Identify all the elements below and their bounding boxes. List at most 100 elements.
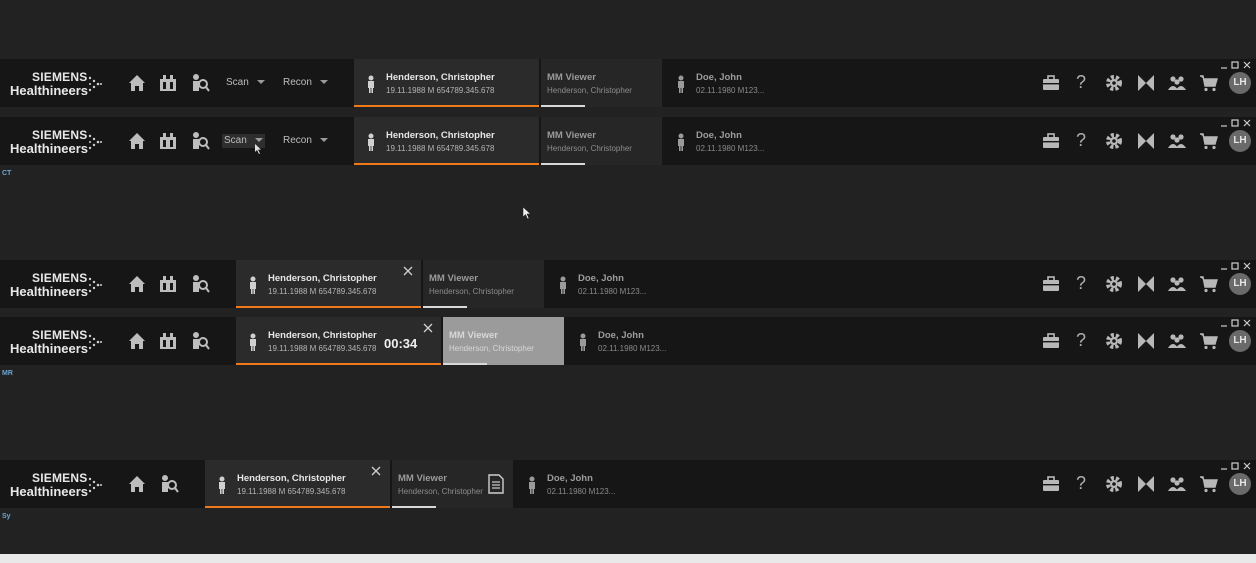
cart-icon[interactable]	[1199, 131, 1219, 151]
person-icon	[580, 333, 586, 351]
cart-icon[interactable]	[1199, 331, 1219, 351]
layout-icon[interactable]	[1136, 331, 1156, 351]
patient-browser-icon[interactable]	[157, 330, 179, 352]
scan-menu-label: Scan	[224, 135, 247, 146]
avatar[interactable]: LH	[1229, 72, 1251, 94]
search-person-icon[interactable]	[188, 330, 210, 352]
close-icon[interactable]	[402, 265, 414, 277]
tab-patient-other[interactable]: Doe, John 02.11.1980 M123...	[664, 59, 804, 107]
tab-mm-viewer[interactable]: MM Viewer Henderson, Christopher	[443, 317, 564, 365]
help-icon[interactable]: ?	[1076, 330, 1086, 351]
briefcase-icon[interactable]	[1041, 131, 1061, 151]
home-icon[interactable]	[126, 130, 148, 152]
help-icon[interactable]: ?	[1076, 72, 1086, 93]
tab-patient-other[interactable]: Doe, John 02.11.1980 M123...	[566, 317, 706, 365]
briefcase-icon[interactable]	[1041, 73, 1061, 93]
search-person-icon[interactable]	[188, 72, 210, 94]
tab-patient-other[interactable]: Doe, John 02.11.1980 M123...	[515, 460, 655, 508]
users-icon[interactable]	[1167, 73, 1187, 93]
document-icon[interactable]	[488, 474, 504, 494]
window-close-icon[interactable]	[1243, 262, 1251, 270]
users-icon[interactable]	[1167, 131, 1187, 151]
tab-mm-viewer[interactable]: MM Viewer Henderson, Christopher	[541, 117, 662, 165]
maximize-icon[interactable]	[1231, 119, 1239, 127]
maximize-icon[interactable]	[1231, 462, 1239, 470]
gear-icon[interactable]	[1104, 331, 1124, 351]
window-controls	[1221, 119, 1251, 127]
tab-active-underline	[205, 506, 390, 508]
window-close-icon[interactable]	[1243, 119, 1251, 127]
window-close-icon[interactable]	[1243, 319, 1251, 327]
mouse-cursor-icon	[255, 144, 261, 154]
gear-icon[interactable]	[1104, 474, 1124, 494]
tab-progress-indicator	[443, 363, 487, 365]
person-icon	[678, 133, 684, 151]
tab-patient-other[interactable]: Doe, John 02.11.1980 M123...	[664, 117, 804, 165]
patient-name: Doe, John	[696, 72, 742, 83]
tab-patient-active[interactable]: Henderson, Christopher 19.11.1988 M 6547…	[354, 117, 539, 165]
window-controls	[1221, 262, 1251, 270]
help-icon[interactable]: ?	[1076, 130, 1086, 151]
help-icon[interactable]: ?	[1076, 473, 1086, 494]
tab-patient-active[interactable]: Henderson, Christopher 19.11.1988 M 6547…	[205, 460, 390, 508]
cart-icon[interactable]	[1199, 474, 1219, 494]
scan-menu[interactable]: Scan	[224, 76, 267, 90]
patient-browser-icon[interactable]	[157, 130, 179, 152]
avatar[interactable]: LH	[1229, 330, 1251, 352]
layout-icon[interactable]	[1136, 131, 1156, 151]
recon-menu[interactable]: Recon	[281, 134, 330, 148]
tab-mm-viewer[interactable]: MM Viewer Henderson, Christopher	[541, 59, 662, 107]
maximize-icon[interactable]	[1231, 319, 1239, 327]
layout-icon[interactable]	[1136, 73, 1156, 93]
window-close-icon[interactable]	[1243, 462, 1251, 470]
users-icon[interactable]	[1167, 474, 1187, 494]
avatar[interactable]: LH	[1229, 473, 1251, 495]
tab-patient-active[interactable]: Henderson, Christopher 19.11.1988 M 6547…	[236, 260, 421, 308]
gear-icon[interactable]	[1104, 131, 1124, 151]
layout-icon[interactable]	[1136, 274, 1156, 294]
tab-progress-indicator	[423, 306, 467, 308]
window-close-icon[interactable]	[1243, 61, 1251, 69]
search-person-icon[interactable]	[188, 130, 210, 152]
patient-browser-icon[interactable]	[157, 72, 179, 94]
tab-patient-active[interactable]: Henderson, Christopher 19.11.1988 M 6547…	[354, 59, 539, 107]
patient-browser-icon[interactable]	[157, 273, 179, 295]
help-icon[interactable]: ?	[1076, 273, 1086, 294]
gear-icon[interactable]	[1104, 274, 1124, 294]
home-icon[interactable]	[126, 273, 148, 295]
cart-icon[interactable]	[1199, 274, 1219, 294]
maximize-icon[interactable]	[1231, 262, 1239, 270]
layout-icon[interactable]	[1136, 474, 1156, 494]
briefcase-icon[interactable]	[1041, 274, 1061, 294]
users-icon[interactable]	[1167, 274, 1187, 294]
tab-patient-other[interactable]: Doe, John 02.11.1980 M123...	[546, 260, 686, 308]
close-icon[interactable]	[422, 322, 434, 334]
recon-menu[interactable]: Recon	[281, 76, 330, 90]
briefcase-icon[interactable]	[1041, 474, 1061, 494]
avatar[interactable]: LH	[1229, 273, 1251, 295]
tab-patient-active[interactable]: Henderson, Christopher 19.11.1988 M 6547…	[236, 317, 441, 365]
users-icon[interactable]	[1167, 331, 1187, 351]
search-person-icon[interactable]	[188, 273, 210, 295]
maximize-icon[interactable]	[1231, 61, 1239, 69]
home-icon[interactable]	[126, 330, 148, 352]
avatar[interactable]: LH	[1229, 130, 1251, 152]
tab-mm-viewer[interactable]: MM Viewer Henderson, Christopher	[392, 460, 513, 508]
brand-subname: Healthineers	[10, 341, 89, 356]
search-person-icon[interactable]	[157, 473, 179, 495]
mode-label-sy: Sy	[2, 513, 11, 520]
tab-mm-viewer[interactable]: MM Viewer Henderson, Christopher	[423, 260, 544, 308]
siemens-logo: SIEMENS Healthineers	[10, 329, 106, 356]
header-bar-1: SIEMENS Healthineers Scan Recon Henderso…	[0, 59, 1256, 107]
briefcase-icon[interactable]	[1041, 331, 1061, 351]
close-icon[interactable]	[370, 465, 382, 477]
gear-icon[interactable]	[1104, 73, 1124, 93]
home-icon[interactable]	[126, 473, 148, 495]
mode-label-mr: MR	[2, 370, 13, 377]
patient-details: 19.11.1988 M 654789.345.678	[268, 344, 377, 353]
brand-dots-icon	[88, 477, 102, 493]
home-icon[interactable]	[126, 72, 148, 94]
chevron-down-icon	[256, 80, 265, 85]
cart-icon[interactable]	[1199, 73, 1219, 93]
brand-dots-icon	[88, 334, 102, 350]
